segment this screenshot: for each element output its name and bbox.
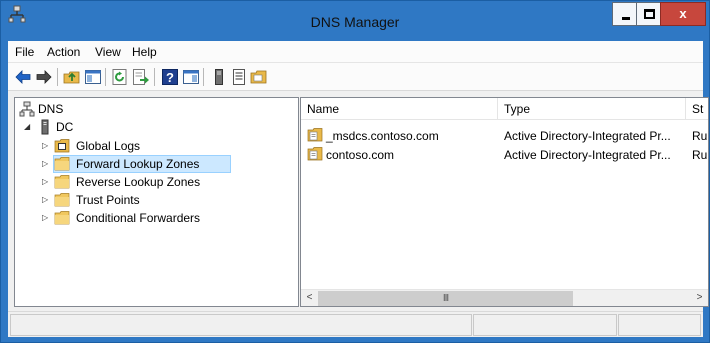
scroll-left-button[interactable]: < — [301, 290, 318, 306]
column-divider[interactable] — [497, 98, 498, 120]
scroll-grip-icon: III — [442, 293, 449, 304]
maximize-icon — [644, 9, 655, 19]
tree-label: Global Logs — [76, 139, 141, 153]
tree-node-server[interactable]: ◢ DC — [18, 118, 138, 136]
expand-triangle-icon[interactable]: ▷ — [42, 159, 50, 169]
folder-icon — [54, 193, 70, 207]
window-title: DNS Manager — [310, 14, 400, 30]
scroll-right-button[interactable]: > — [691, 290, 708, 306]
tree-label: DNS — [38, 102, 64, 116]
tree-label: Conditional Forwarders — [76, 211, 201, 225]
list-view-icon[interactable] — [230, 68, 248, 86]
status-cell — [473, 314, 617, 336]
toolbar-separator — [203, 68, 204, 86]
status-bar — [8, 311, 703, 337]
folder-icon — [54, 157, 70, 171]
zone-icon — [307, 147, 323, 161]
maximize-button[interactable] — [636, 2, 661, 26]
close-button[interactable]: x — [660, 2, 706, 26]
minimize-icon — [622, 17, 630, 20]
tree-node-forward-lookup-zones[interactable]: ▷ Forward Lookup Zones — [18, 155, 233, 173]
console-tree[interactable]: DNS ◢ DC ▷ Global Logs ▷ Forward Lookup … — [14, 97, 299, 307]
results-pane[interactable]: Name Type St _msdcs.contoso.com Active D… — [300, 97, 709, 307]
list-item[interactable]: _msdcs.contoso.com Active Directory-Inte… — [301, 126, 708, 144]
tree-label: Reverse Lookup Zones — [76, 175, 201, 189]
tree-node-global-logs[interactable]: ▷ Global Logs — [18, 137, 218, 155]
folder-icon — [54, 175, 70, 189]
expand-triangle-icon[interactable]: ▷ — [42, 177, 50, 187]
zone-type: Active Directory-Integrated Pr... — [504, 129, 671, 143]
zone-name: _msdcs.contoso.com — [326, 129, 439, 143]
tree-label: DC — [56, 120, 74, 134]
server-icon — [41, 119, 49, 135]
tree-label: Trust Points — [76, 193, 140, 207]
svg-text:?: ? — [166, 70, 174, 85]
column-divider[interactable] — [685, 98, 686, 120]
menu-action[interactable]: Action — [47, 45, 80, 59]
show-hide-action-pane-icon[interactable] — [182, 68, 200, 86]
zone-name: contoso.com — [326, 148, 395, 162]
toolbar-separator — [154, 68, 155, 86]
tree-node-reverse-lookup-zones[interactable]: ▷ Reverse Lookup Zones — [18, 173, 218, 191]
up-folder-icon[interactable] — [63, 68, 81, 86]
export-list-icon[interactable] — [132, 68, 150, 86]
toolbar-separator — [57, 68, 58, 86]
dns-icon — [19, 101, 35, 117]
column-header-type[interactable]: Type — [504, 102, 530, 116]
column-header-status[interactable]: St — [692, 102, 703, 116]
zone-status: Ru — [692, 148, 708, 162]
zone-type: Active Directory-Integrated Pr... — [504, 148, 671, 162]
collapse-triangle-icon[interactable]: ◢ — [24, 122, 32, 132]
title-bar[interactable]: DNS Manager x — [1, 1, 709, 41]
server-icon[interactable] — [210, 68, 228, 86]
toolbar-separator — [105, 68, 106, 86]
forward-arrow-icon[interactable] — [35, 68, 53, 86]
help-icon[interactable]: ? — [161, 68, 179, 86]
show-hide-tree-icon[interactable] — [84, 68, 102, 86]
scroll-thumb[interactable]: III — [318, 291, 573, 306]
status-cell — [618, 314, 701, 336]
refresh-icon[interactable] — [111, 68, 129, 86]
zone-folder-icon[interactable] — [250, 68, 268, 86]
menu-file[interactable]: File — [15, 45, 34, 59]
menu-help[interactable]: Help — [132, 45, 157, 59]
folder-icon — [54, 211, 70, 225]
zone-icon — [307, 128, 323, 142]
list-header: Name Type St — [301, 98, 708, 120]
close-icon: x — [679, 6, 687, 21]
zone-status: Ru — [692, 129, 708, 143]
menu-bar: File Action View Help — [8, 41, 703, 63]
expand-triangle-icon[interactable]: ▷ — [42, 213, 50, 223]
expand-triangle-icon[interactable]: ▷ — [42, 141, 50, 151]
dns-manager-window: DNS Manager x File Action View Help ? DN… — [0, 0, 710, 343]
global-logs-icon — [54, 139, 70, 153]
horizontal-scrollbar[interactable]: < III > — [301, 289, 708, 306]
menu-view[interactable]: View — [95, 45, 121, 59]
column-header-name[interactable]: Name — [307, 102, 339, 116]
status-cell — [10, 314, 472, 336]
back-arrow-icon[interactable] — [14, 68, 32, 86]
tree-node-trust-points[interactable]: ▷ Trust Points — [18, 191, 218, 209]
expand-triangle-icon[interactable]: ▷ — [42, 195, 50, 205]
toolbar: ? — [8, 63, 703, 91]
tree-node-dns[interactable]: DNS — [18, 100, 138, 118]
client-area: File Action View Help ? DNS ◢ DC ▷ Globa… — [8, 41, 709, 337]
minimize-button[interactable] — [612, 2, 637, 26]
tree-node-conditional-forwarders[interactable]: ▷ Conditional Forwarders — [18, 209, 238, 227]
list-item[interactable]: contoso.com Active Directory-Integrated … — [301, 145, 708, 163]
tree-label: Forward Lookup Zones — [76, 157, 200, 171]
